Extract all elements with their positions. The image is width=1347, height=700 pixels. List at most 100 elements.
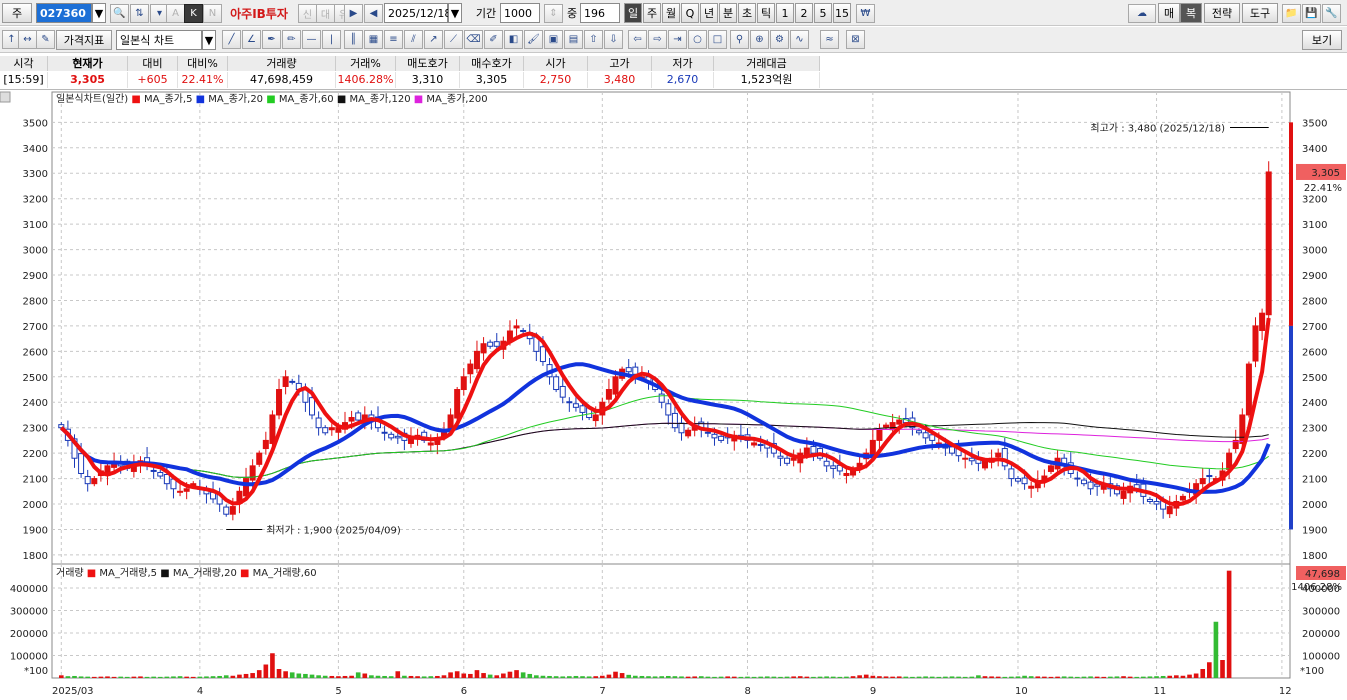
candle-body-137	[962, 457, 969, 460]
candle-body-5	[91, 478, 98, 485]
setting-icon[interactable]: ⚙	[770, 30, 789, 49]
zoom-icon[interactable]: ⚲	[730, 30, 749, 49]
volume-bar-171	[1187, 674, 1192, 678]
period-button-3[interactable]: Q	[681, 3, 699, 23]
up-icon[interactable]: ⇧	[584, 30, 603, 49]
pen-tool-icon[interactable]: ✐	[484, 30, 503, 49]
market-select-button[interactable]: 주	[2, 3, 32, 23]
left-icon[interactable]: ⇦	[628, 30, 647, 49]
strategy-button[interactable]: 전략	[1204, 3, 1240, 23]
volume-bar-1	[65, 676, 71, 678]
angle-icon[interactable]: ∠	[242, 30, 261, 49]
period-button-10[interactable]: 5	[814, 3, 832, 23]
period-button-8[interactable]: 1	[776, 3, 794, 23]
n-button[interactable]: N	[203, 4, 222, 23]
fibo-icon[interactable]: ≡	[384, 30, 403, 49]
right-icon[interactable]: ⇨	[648, 30, 667, 49]
volume-bar-21	[197, 676, 203, 678]
fill-icon[interactable]: ▣	[544, 30, 563, 49]
ray-icon[interactable]: ↗	[424, 30, 443, 49]
period-button-9[interactable]: 2	[795, 3, 813, 23]
candle-body-131	[922, 432, 929, 439]
channel-icon[interactable]: ⫽	[404, 30, 423, 49]
candle-body-35	[289, 380, 296, 383]
period-button-11[interactable]: 15	[833, 3, 851, 23]
a-button[interactable]: A	[166, 4, 185, 23]
volume-bar-168	[1167, 675, 1173, 678]
candle-body-76	[559, 385, 566, 398]
vbars-icon[interactable]: ║	[344, 30, 363, 49]
pencil-icon[interactable]: ✏	[282, 30, 301, 49]
brush-icon[interactable]: 🖌	[524, 30, 543, 49]
candle-body-105	[751, 442, 758, 446]
period-button-6[interactable]: 초	[738, 3, 756, 23]
spin-icon[interactable]: ⇕	[544, 4, 563, 23]
quote-header-10: 저가	[652, 56, 714, 71]
view-button[interactable]: 보기	[1302, 30, 1342, 50]
period-button-4[interactable]: 년	[700, 3, 718, 23]
volume-bar-7	[105, 676, 110, 678]
won-icon[interactable]: ₩	[856, 4, 875, 23]
eraser-icon[interactable]: ⌫	[464, 30, 483, 49]
volume-bar-176	[1220, 660, 1225, 678]
stock-code-dropdown[interactable]: ▼	[92, 3, 106, 23]
tools-button[interactable]: 도구	[1242, 3, 1278, 23]
wave-2-icon[interactable]: ≈	[820, 30, 839, 49]
k-button[interactable]: K	[184, 4, 203, 23]
folder-icon[interactable]: 📁	[1282, 4, 1301, 23]
chart-type-dropdown[interactable]: ▼	[202, 30, 216, 50]
candlestick-chart[interactable]: 1800 1800 1900 1900 2000 2000 2100 2100 2200 2200…	[0, 90, 1347, 700]
rect-icon[interactable]: □	[708, 30, 727, 49]
date-dropdown[interactable]: ▼	[448, 3, 462, 23]
export-icon[interactable]: ⇥	[668, 30, 687, 49]
candle-body-4	[84, 476, 91, 485]
stock-code-input[interactable]: 027360	[36, 3, 92, 23]
date-input[interactable]: 2025/12/18	[384, 3, 451, 23]
volume-bar-129	[910, 676, 915, 678]
period-button-7[interactable]: 틱	[757, 3, 775, 23]
candle-body-51	[394, 435, 401, 439]
trend-icon[interactable]: ⟋	[444, 30, 463, 49]
count-input[interactable]: 196	[580, 3, 620, 23]
volume-bar-57	[435, 675, 440, 678]
color-icon[interactable]: ◧	[504, 30, 523, 49]
low-annotation: 최저가 : 1,900 (2025/04/09)	[266, 524, 401, 536]
circle-icon[interactable]: ○	[688, 30, 707, 49]
edit-icon[interactable]: ✎	[36, 30, 55, 49]
save-icon[interactable]: 💾	[1302, 4, 1321, 23]
down-icon[interactable]: ⇩	[604, 30, 623, 49]
period-button-0[interactable]: 일	[624, 3, 642, 23]
volume-bar-3	[78, 676, 84, 678]
buy-button[interactable]: 매	[1158, 3, 1180, 23]
candle-body-73	[539, 346, 546, 363]
vline-icon[interactable]: |	[322, 30, 341, 49]
period-button-2[interactable]: 월	[662, 3, 680, 23]
chart-type-select[interactable]: 일본식 차트	[116, 30, 202, 50]
wrench-icon[interactable]: 🔧	[1322, 4, 1341, 23]
sort-icon[interactable]: ⇅	[130, 4, 149, 23]
period-input[interactable]: 1000	[500, 3, 540, 23]
clear-icon[interactable]: ⊠	[846, 30, 865, 49]
period-button-5[interactable]: 분	[719, 3, 737, 23]
volume-bar-148	[1035, 676, 1041, 678]
candle-body-119	[843, 472, 850, 477]
period-button-1[interactable]: 주	[643, 3, 661, 23]
volume-bar-133	[936, 676, 942, 678]
badge-2[interactable]: 대	[316, 4, 335, 23]
back-icon[interactable]: ◀	[364, 4, 383, 23]
search-icon[interactable]: 🔍	[110, 4, 129, 23]
price-indicator-button[interactable]: 가격지표	[56, 30, 112, 50]
hline-icon[interactable]: —	[302, 30, 321, 49]
volume-bar-172	[1193, 673, 1199, 678]
cloud-icon[interactable]: ☁	[1128, 4, 1156, 23]
copy-button[interactable]: 복	[1180, 3, 1202, 23]
expand-icon[interactable]: ↔	[18, 30, 37, 49]
table-icon[interactable]: ▤	[564, 30, 583, 49]
line-icon[interactable]: ╱	[222, 30, 241, 49]
play-icon[interactable]: ▶	[344, 4, 363, 23]
wave-icon[interactable]: ∿	[790, 30, 809, 49]
badge-1[interactable]: 신	[298, 4, 317, 23]
grid-icon[interactable]: ▦	[364, 30, 383, 49]
zoom-in-icon[interactable]: ⊕	[750, 30, 769, 49]
pen-icon[interactable]: ✒	[262, 30, 281, 49]
